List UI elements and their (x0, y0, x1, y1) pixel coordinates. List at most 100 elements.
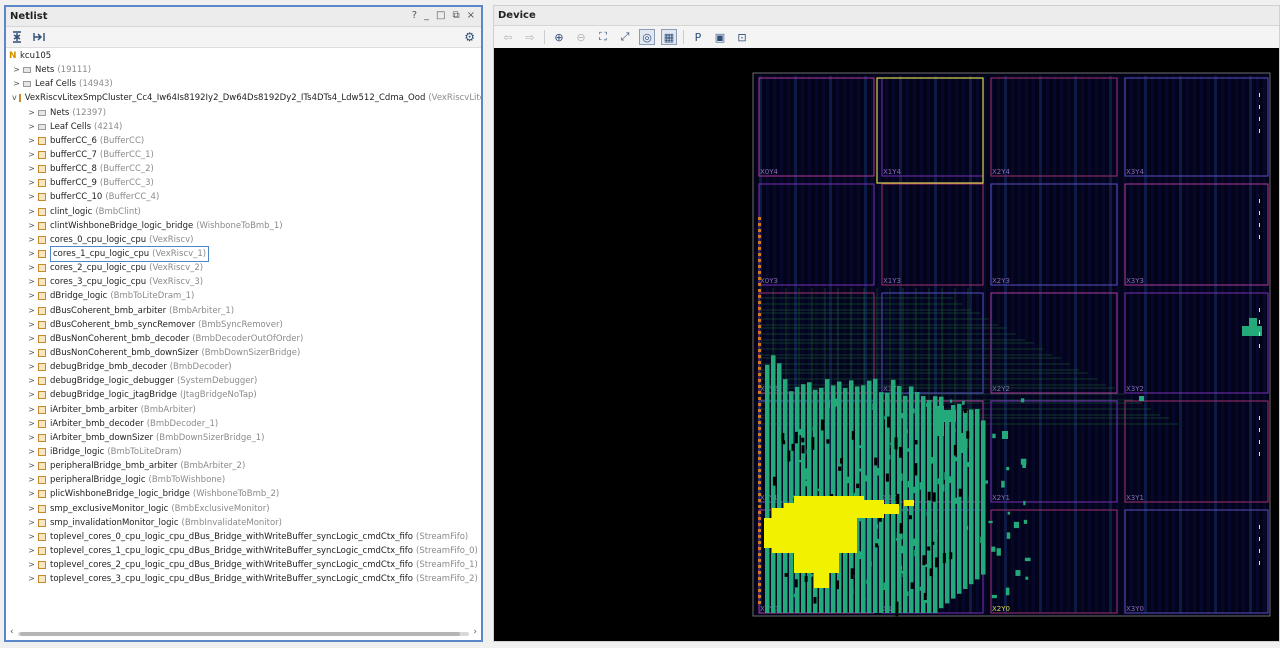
chevron-right-icon[interactable]: > (12, 63, 21, 77)
chevron-right-icon[interactable]: > (27, 332, 36, 346)
tree-cell-row[interactable]: > bufferCC_10 (BufferCC_4) (6, 190, 481, 204)
tree-folder-row[interactable]: > Leaf Cells (14943) (6, 77, 481, 91)
chevron-right-icon[interactable]: > (27, 219, 36, 233)
chevron-right-icon[interactable]: > (27, 261, 36, 275)
tree-cell-row[interactable]: > cores_2_cpu_logic_cpu (VexRiscv_2) (6, 261, 481, 275)
tree-cell-row[interactable]: > toplevel_cores_1_cpu_logic_cpu_dBus_Bri… (6, 544, 481, 558)
tree-cell-row[interactable]: > clint_logic (BmbClint) (6, 205, 481, 219)
scrollbar-thumb[interactable] (20, 632, 460, 636)
chevron-right-icon[interactable]: > (27, 106, 36, 120)
scroll-right-icon[interactable]: › (473, 627, 477, 637)
device-floorplan[interactable]: X0Y4X1Y4X2Y4X3Y4X0Y3X1Y3X2Y3X3Y3X0Y2X1Y2… (494, 48, 1279, 641)
chevron-right-icon[interactable]: > (27, 544, 36, 558)
tree-cell-row[interactable]: > iBridge_logic (BmbToLiteDram) (6, 445, 481, 459)
tree-cell-row[interactable]: > smp_invalidationMonitor_logic (BmbInvali… (6, 516, 481, 530)
forward-icon[interactable]: ⇨ (522, 29, 538, 45)
tree-cell-row[interactable]: > bufferCC_8 (BufferCC_2) (6, 162, 481, 176)
tree-cell-row[interactable]: > debugBridge_logic_debugger (SystemDebugg… (6, 374, 481, 388)
expand-all-icon[interactable] (32, 30, 46, 44)
help-icon[interactable]: ? (412, 10, 417, 21)
tree-cell-row[interactable]: > debugBridge_logic_jtagBridge (JtagBridge… (6, 388, 481, 402)
float-icon[interactable]: ⧉ (452, 10, 459, 21)
chevron-right-icon[interactable]: > (27, 247, 36, 261)
chevron-right-icon[interactable]: > (27, 572, 36, 586)
pblock-icon[interactable]: ▣ (712, 29, 728, 45)
chevron-right-icon[interactable]: > (27, 360, 36, 374)
zoom-out-icon[interactable]: ⊖ (573, 29, 589, 45)
chevron-right-icon[interactable]: > (27, 233, 36, 247)
zoom-selection-icon[interactable]: ⤢ (617, 29, 633, 45)
chevron-right-icon[interactable]: > (27, 318, 36, 332)
chevron-right-icon[interactable]: > (27, 431, 36, 445)
chevron-right-icon[interactable]: > (27, 289, 36, 303)
chevron-right-icon[interactable]: > (27, 205, 36, 219)
device-canvas[interactable]: X0Y4X1Y4X2Y4X3Y4X0Y3X1Y3X2Y3X3Y3X0Y2X1Y2… (494, 48, 1279, 641)
tree-cell-row[interactable]: > dBridge_logic (BmbToLiteDram_1) (6, 289, 481, 303)
scroll-left-icon[interactable]: ‹ (10, 627, 14, 637)
tree-cell-row[interactable]: > clintWishboneBridge_logic_bridge (Wishbo… (6, 219, 481, 233)
tree-cell-row[interactable]: > toplevel_cores_0_cpu_logic_cpu_dBus_Bri… (6, 530, 481, 544)
chevron-right-icon[interactable]: > (27, 558, 36, 572)
chevron-right-icon[interactable]: > (27, 148, 36, 162)
chevron-right-icon[interactable]: > (27, 162, 36, 176)
chevron-right-icon[interactable]: > (27, 516, 36, 530)
horizontal-scrollbar[interactable]: ‹ › (10, 627, 477, 638)
tree-folder-row[interactable]: > Leaf Cells (4214) (6, 120, 481, 134)
autofit-selection-icon[interactable]: ◎ (639, 29, 655, 45)
chevron-right-icon[interactable]: > (27, 346, 36, 360)
chevron-right-icon[interactable]: > (27, 445, 36, 459)
chevron-right-icon[interactable]: > (27, 134, 36, 148)
tree-cell-row[interactable]: > dBusCoherent_bmb_syncRemover (BmbSyncRem… (6, 318, 481, 332)
tree-folder-row[interactable]: > Nets (12397) (6, 106, 481, 120)
tree-cell-row[interactable]: > bufferCC_6 (BufferCC) (6, 134, 481, 148)
collapse-all-icon[interactable] (10, 30, 24, 44)
minimize-icon[interactable]: _ (424, 10, 429, 21)
chevron-right-icon[interactable]: > (27, 190, 36, 204)
tree-cell-row[interactable]: > iArbiter_bmb_arbiter (BmbArbiter) (6, 403, 481, 417)
chevron-right-icon[interactable]: > (12, 77, 21, 91)
chevron-right-icon[interactable]: > (27, 176, 36, 190)
tree-cell-row[interactable]: v VexRiscvLitexSmpCluster_Cc4_Iw64Is8192I… (6, 91, 481, 105)
tree-cell-row[interactable]: > toplevel_cores_3_cpu_logic_cpu_dBus_Bri… (6, 572, 481, 586)
route-icon[interactable]: ⊡ (734, 29, 750, 45)
tree-cell-row[interactable]: > iArbiter_bmb_downSizer (BmbDownSizerBrid… (6, 431, 481, 445)
tree-cell-row[interactable]: > plicWishboneBridge_logic_bridge (Wishbon… (6, 487, 481, 501)
tree-cell-row[interactable]: > dBusNonCoherent_bmb_decoder (BmbDecoderO… (6, 332, 481, 346)
chevron-right-icon[interactable]: > (27, 502, 36, 516)
tree-cell-row[interactable]: > debugBridge_bmb_decoder (BmbDecoder) (6, 360, 481, 374)
tree-cell-row[interactable]: > smp_exclusiveMonitor_logic (BmbExclusive… (6, 502, 481, 516)
chevron-right-icon[interactable]: > (27, 459, 36, 473)
tree-cell-row[interactable]: > bufferCC_9 (BufferCC_3) (6, 176, 481, 190)
tree-cell-row[interactable]: > iArbiter_bmb_decoder (BmbDecoder_1) (6, 417, 481, 431)
tree-folder-row[interactable]: > Nets (19111) (6, 63, 481, 77)
back-icon[interactable]: ⇦ (500, 29, 516, 45)
close-icon[interactable]: × (467, 10, 475, 21)
tree-cell-row[interactable]: > peripheralBridge_logic (BmbToWishbone) (6, 473, 481, 487)
chevron-right-icon[interactable]: > (27, 473, 36, 487)
maximize-icon[interactable]: □ (436, 10, 445, 21)
chevron-right-icon[interactable]: > (27, 275, 36, 289)
chevron-right-icon[interactable]: > (27, 403, 36, 417)
tree-cell-row[interactable]: > cores_3_cpu_logic_cpu (VexRiscv_3) (6, 275, 481, 289)
tree-root[interactable]: N kcu105 (6, 49, 481, 63)
tree-cell-row[interactable]: > cores_0_cpu_logic_cpu (VexRiscv) (6, 233, 481, 247)
chevron-right-icon[interactable]: > (27, 417, 36, 431)
tree-cell-row[interactable]: > bufferCC_7 (BufferCC_1) (6, 148, 481, 162)
chevron-right-icon[interactable]: > (27, 487, 36, 501)
tree-cell-row[interactable]: > cores_1_cpu_logic_cpu (VexRiscv_1) (6, 246, 481, 263)
tree-cell-row[interactable]: > dBusNonCoherent_bmb_downSizer (BmbDownSi… (6, 346, 481, 360)
chevron-right-icon[interactable]: > (27, 388, 36, 402)
chevron-right-icon[interactable]: > (27, 530, 36, 544)
chevron-down-icon[interactable]: v (12, 91, 17, 105)
chevron-right-icon[interactable]: > (27, 120, 36, 134)
tree-cell-row[interactable]: > peripheralBridge_bmb_arbiter (BmbArbiter… (6, 459, 481, 473)
chevron-right-icon[interactable]: > (27, 304, 36, 318)
routing-resources-icon[interactable]: ▦ (661, 29, 677, 45)
place-icon[interactable]: P (690, 29, 706, 45)
tree-cell-row[interactable]: > toplevel_cores_2_cpu_logic_cpu_dBus_Bri… (6, 558, 481, 572)
zoom-in-icon[interactable]: ⊕ (551, 29, 567, 45)
zoom-fit-icon[interactable]: ⛶ (595, 29, 611, 45)
tree-cell-row[interactable]: > dBusCoherent_bmb_arbiter (BmbArbiter_1) (6, 304, 481, 318)
gear-icon[interactable]: ⚙ (464, 30, 475, 44)
chevron-right-icon[interactable]: > (27, 374, 36, 388)
